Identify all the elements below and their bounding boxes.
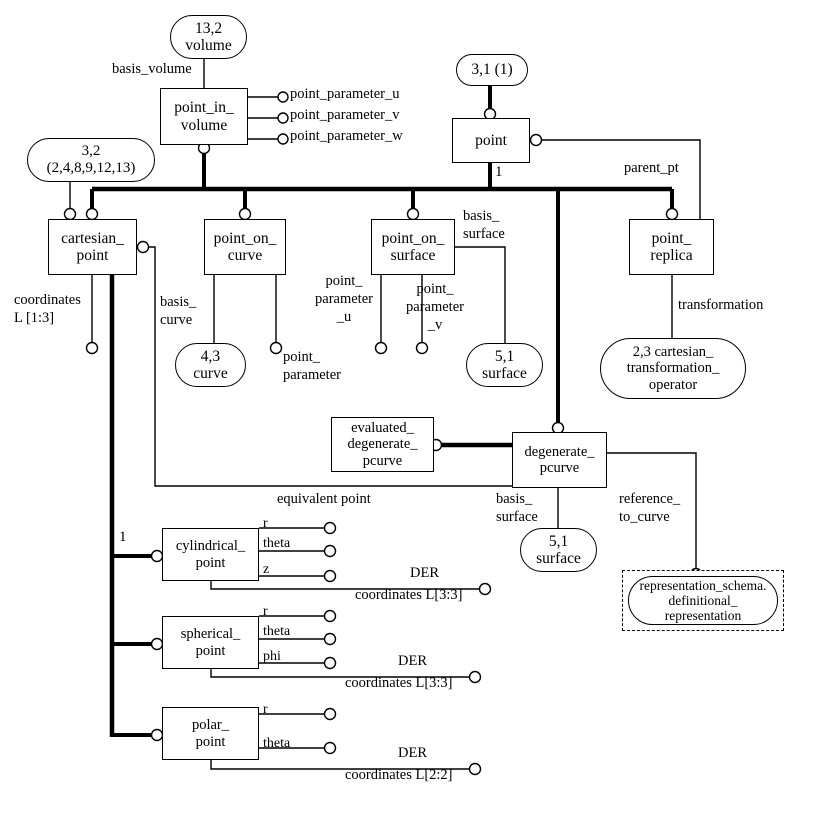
label-point-parameter-v: point_parameter_v (290, 107, 400, 123)
page-ref-surface-2[interactable]: 5,1 surface (520, 528, 597, 572)
label-der-cylindrical: DER (410, 565, 439, 581)
label-der-spherical-coordinates: coordinates L[3:3] (345, 675, 453, 691)
entity-polar-point[interactable]: polar_ point (162, 707, 259, 760)
entity-point-on-curve[interactable]: point_on_ curve (204, 219, 286, 275)
circle-coordinates (85, 341, 99, 355)
circle-pol-r (323, 707, 337, 721)
page-ref-volume[interactable]: 13,2 volume (170, 15, 247, 59)
label-point-parameter: point_ parameter (283, 349, 341, 384)
circle-sph-sub (150, 637, 164, 651)
attr-polar-r: r (263, 702, 268, 717)
circle-ppw (277, 133, 289, 145)
attr-spherical-r: r (263, 604, 268, 619)
label-point-parameter-v-2: point_ parameter _v (406, 281, 464, 334)
express-g-diagram: 13,2 volume 3,1 (1) 3,2 (2,4,8,9,12,13) … (0, 0, 824, 820)
label-parent-pt: parent_pt (624, 160, 679, 176)
attr-spherical-theta: theta (263, 624, 291, 639)
label-transformation: transformation (678, 297, 764, 313)
label-basis-surface-1: basis_ surface (463, 208, 505, 243)
label-point-parameter-u-2: point_ parameter _u (315, 273, 373, 326)
entity-cartesian-point[interactable]: cartesian_ point (48, 219, 137, 275)
circle-sph-phi (323, 656, 337, 670)
page-ref-surface-1[interactable]: 5,1 surface (466, 343, 543, 387)
page-ref-point-supertype[interactable]: 3,1 (1) (456, 54, 528, 86)
circle-cyl-theta (323, 544, 337, 558)
label-reference-to-curve: reference_ to_curve (619, 491, 681, 526)
circle-sph-theta (323, 632, 337, 646)
entity-point-on-surface[interactable]: point_on_ surface (371, 219, 455, 275)
circle-sph-r (323, 609, 337, 623)
circle-cyl-z (323, 569, 337, 583)
attr-cylindrical-z: z (263, 562, 270, 577)
attr-cylindrical-r: r (263, 516, 268, 531)
attr-polar-theta: theta (263, 736, 291, 751)
entity-point-in-volume[interactable]: point_in_ volume (160, 88, 248, 145)
page-ref-cartesian-transformation-operator[interactable]: 2,3 cartesian_ transformation_ operator (600, 338, 746, 399)
label-der-polar-coordinates: coordinates L[2:2] (345, 767, 453, 783)
circle-cart-ref32 (63, 207, 77, 221)
label-basis-curve: basis_ curve (160, 294, 197, 329)
circle-replica-sub (665, 207, 679, 221)
label-der-polar: DER (398, 745, 427, 761)
entity-point[interactable]: point (452, 118, 530, 163)
entity-point-replica[interactable]: point_ replica (629, 219, 714, 275)
label-der-spherical: DER (398, 653, 427, 669)
attr-spherical-phi: phi (263, 649, 281, 664)
entity-degenerate-pcurve[interactable]: degenerate_ pcurve (512, 432, 607, 488)
entity-cylindrical-point[interactable]: cylindrical_ point (162, 528, 259, 581)
circle-cart-sub (85, 207, 99, 221)
entity-evaluated-degenerate-pcurve[interactable]: evaluated_ degenerate_ pcurve (331, 417, 434, 472)
circle-pol-theta (323, 741, 337, 755)
circle-point-parentpt (529, 133, 543, 147)
circle-pos-sub (406, 207, 420, 221)
circle-sph-der (468, 670, 482, 684)
circle-cyl-der (478, 582, 492, 596)
line-parent-pt (530, 139, 701, 219)
page-ref-curve[interactable]: 4,3 curve (175, 343, 246, 387)
circle-poc-sub (238, 207, 252, 221)
label-basis-volume: basis_volume (112, 61, 192, 77)
circle-cyl-sub (150, 549, 164, 563)
label-basis-surface-2: basis_ surface (496, 491, 538, 526)
circle-pos-param-u (374, 341, 388, 355)
circle-cyl-r (323, 521, 337, 535)
label-equivalent-point: equivalent point (277, 491, 371, 507)
label-point-parameter-u: point_parameter_u (290, 86, 400, 102)
circle-ppv (277, 112, 289, 124)
circle-pol-sub (150, 728, 164, 742)
connection-lines-layer (63, 59, 703, 776)
page-ref-definitional-representation[interactable]: representation_schema. definitional_ rep… (628, 576, 778, 625)
circle-pos-param-v (415, 341, 429, 355)
circle-ppu (277, 91, 289, 103)
circle-pol-der (468, 762, 482, 776)
entity-spherical-point[interactable]: spherical_ point (162, 616, 259, 669)
page-ref-point-subtypes[interactable]: 3,2 (2,4,8,9,12,13) (27, 138, 155, 182)
attr-cylindrical-theta: theta (263, 536, 291, 551)
label-coordinates-l13: coordinates L [1:3] (14, 292, 81, 327)
label-cartesian-subtype-cardinality: 1 (119, 529, 127, 545)
label-der-cylindrical-coordinates: coordinates L[3:3] (355, 587, 463, 603)
label-point-cardinality: 1 (495, 164, 503, 180)
circle-cart-equiv (136, 240, 150, 254)
circle-poc-param (269, 341, 283, 355)
label-point-parameter-w: point_parameter_w (290, 128, 403, 144)
